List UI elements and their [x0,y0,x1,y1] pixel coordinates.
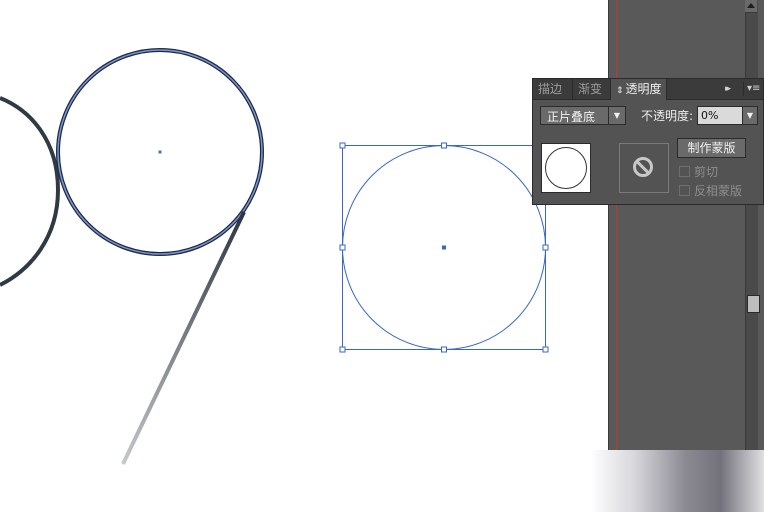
scrollbar-thumb[interactable] [747,295,760,313]
opacity-input[interactable]: 0% [697,106,743,125]
clip-label: 剪切 [694,165,719,179]
handle-middle-right[interactable] [542,244,549,251]
dock-edge [608,0,609,512]
circle-thumbnail-icon [545,147,587,189]
selected-ellipse[interactable] [339,142,549,353]
invert-mask-checkbox[interactable] [679,185,690,196]
tab-transparency[interactable]: ⇕ 透明度 [611,79,667,100]
opacity-dropdown-button[interactable]: ▼ [742,106,758,125]
ellipse-center-point [442,245,446,250]
tab-transparency-label: 透明度 [625,82,662,96]
transparency-panel: 描边 渐变 ⇕ 透明度 ▸▸ ▾≡ 正片叠底 ▼ 不透明度: 0% ▼ 制作蒙版 … [532,78,764,205]
make-mask-button[interactable]: 制作蒙版 [677,138,746,158]
chevron-down-icon: ▼ [746,111,754,120]
guide-line [616,0,617,512]
clip-checkbox[interactable] [679,166,690,177]
artwork-thumbnail[interactable] [541,143,591,193]
chevron-down-icon: ▼ [608,107,625,124]
clip-option: 剪切 [679,164,718,180]
invert-mask-option: 反相蒙版 [679,183,742,199]
handle-bottom-center[interactable] [441,346,447,353]
gradient-swatch [590,450,764,512]
handle-top-center[interactable] [441,142,447,149]
scroll-up-button[interactable] [745,0,757,13]
blend-mode-select[interactable]: 正片叠底 ▼ [540,106,626,125]
opacity-label: 不透明度: [641,109,694,123]
blend-mode-value: 正片叠底 [547,110,596,124]
vertical-scrollbar[interactable] [745,0,758,450]
invert-mask-label: 反相蒙版 [694,184,743,198]
right-panel-dock [608,0,764,512]
numeral-zero-stroke [0,96,61,287]
updown-arrows-icon: ⇕ [616,86,624,96]
mask-thumbnail[interactable] [619,143,669,193]
handle-bottom-right[interactable] [542,346,549,353]
handle-top-left[interactable] [339,142,346,149]
panel-menu-icon[interactable]: ▾≡ [743,82,760,96]
panel-tab-bar: 描边 渐变 ⇕ 透明度 ▸▸ ▾≡ [533,79,763,100]
handle-bottom-left[interactable] [339,346,346,353]
tab-stroke[interactable]: 描边 [533,79,573,99]
expand-panel-icon[interactable]: ▸▸ [725,82,737,96]
handle-middle-left[interactable] [339,244,346,251]
tab-gradient[interactable]: 渐变 [573,79,611,99]
loop-center-point [158,150,162,154]
no-mask-icon [633,157,653,177]
